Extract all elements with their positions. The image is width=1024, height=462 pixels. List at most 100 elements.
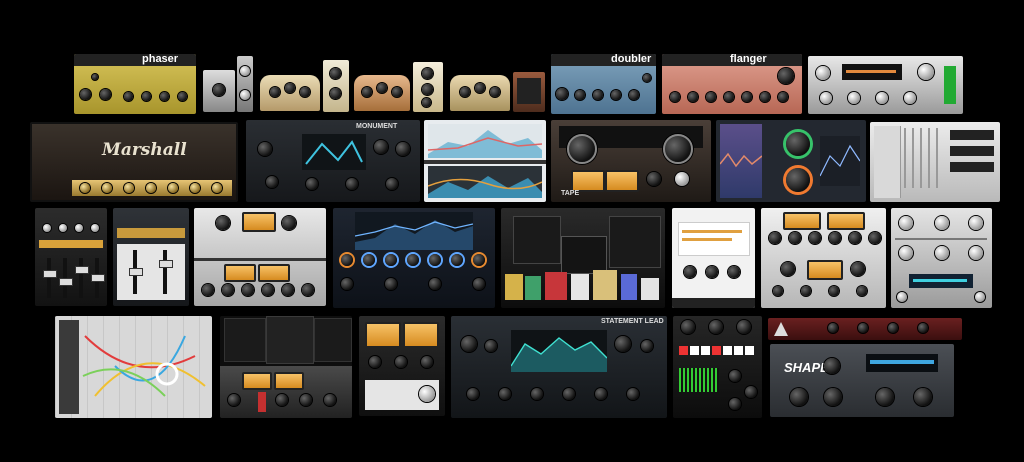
knob-icon[interactable] [627,388,639,400]
knob-icon[interactable] [828,323,838,333]
knob-icon[interactable] [80,183,90,193]
doubler-plugin[interactable]: doubler [551,54,656,114]
knob-icon[interactable] [240,90,250,100]
knob-icon[interactable] [285,83,295,93]
knob-icon[interactable] [531,388,543,400]
knob-icon[interactable] [849,232,861,244]
knob-icon[interactable] [829,232,841,244]
knob-icon[interactable] [100,89,111,100]
knob-icon[interactable] [790,388,808,406]
knob-icon[interactable] [330,88,341,99]
knob-icon[interactable] [473,278,485,290]
knob-icon[interactable] [829,286,839,296]
fader-track[interactable] [79,258,83,298]
knob-icon[interactable] [282,284,294,296]
meter-bridge-plugin[interactable] [359,316,445,416]
knob-icon[interactable] [876,388,894,406]
knob-icon[interactable] [102,183,112,193]
knob-icon[interactable] [124,92,133,101]
knob-icon[interactable] [773,286,783,296]
fader-track[interactable] [47,258,51,298]
knob-icon[interactable] [142,92,151,101]
knob-icon[interactable] [146,183,156,193]
silver-rack-plugin[interactable] [808,56,963,114]
tape-machine-plugin[interactable]: TAPE [551,120,711,202]
knob-icon[interactable] [228,394,240,406]
knob-icon[interactable] [918,64,934,80]
knob-icon[interactable] [300,394,312,406]
fader-cap[interactable] [59,278,73,286]
knob-icon[interactable] [629,90,639,100]
knob-icon[interactable] [729,370,741,382]
knob-icon[interactable] [681,320,695,334]
silver-reverb-plugin[interactable] [891,208,992,308]
knob-icon[interactable] [848,92,860,104]
silver-eq-plugin[interactable] [761,208,886,308]
knob-icon[interactable] [451,254,463,266]
knob-icon[interactable] [282,216,296,230]
knob-icon[interactable] [422,98,431,107]
knob-icon[interactable] [781,262,795,276]
knob-icon[interactable] [869,232,881,244]
phaser-plugin[interactable]: phaser [74,54,196,114]
knob-icon[interactable] [556,88,568,100]
statement-lead-plugin[interactable]: STATEMENT LEAD [451,316,667,418]
channel-strip-dark-2[interactable] [113,208,189,306]
knob-icon[interactable] [816,66,830,80]
knob-icon[interactable] [330,68,341,79]
knob-icon[interactable] [935,216,949,230]
knob-icon[interactable] [914,388,932,406]
knob-icon[interactable] [899,246,913,260]
fader-cap[interactable] [129,268,143,276]
knob-icon[interactable] [778,68,794,84]
knob-icon[interactable] [801,286,811,296]
knob-icon[interactable] [675,172,689,186]
knob-icon[interactable] [897,292,907,302]
flanger-plugin[interactable]: flanger [662,54,802,114]
knob-icon[interactable] [190,183,200,193]
synth-purple-plugin[interactable] [716,120,866,202]
knob-icon[interactable] [820,92,832,104]
mini-amp-plugin[interactable] [513,72,545,112]
knob-icon[interactable] [490,87,500,97]
knob-icon[interactable] [341,254,353,266]
knob-icon[interactable] [778,92,788,102]
knob-icon[interactable] [346,178,358,190]
knob-icon[interactable] [421,356,433,368]
knob-icon[interactable] [369,356,381,368]
modular-grey-plugin[interactable] [870,122,1000,202]
white-meter-plugin[interactable] [672,208,755,308]
knob-icon[interactable] [377,83,387,93]
knob-icon[interactable] [786,168,810,192]
knob-icon[interactable] [647,172,661,186]
knob-icon[interactable] [935,246,949,260]
knob-icon[interactable] [258,142,272,156]
knob-icon[interactable] [742,92,752,102]
silver-comp-plugin[interactable] [194,208,326,306]
knob-icon[interactable] [918,323,928,333]
knob-icon[interactable] [396,142,410,156]
knob-icon[interactable] [563,388,575,400]
channel-strip-dark-1[interactable] [35,208,107,306]
fader-track[interactable] [163,250,167,294]
knob-icon[interactable] [407,254,419,266]
knob-icon[interactable] [212,183,222,193]
knob-icon[interactable] [969,216,983,230]
knob-icon[interactable] [824,388,842,406]
silver-box-plugin[interactable] [203,70,235,112]
knob-icon[interactable] [362,87,372,97]
knob-icon[interactable] [262,284,274,296]
knob-icon[interactable] [306,178,318,190]
knob-icon[interactable] [266,176,278,188]
knob-icon[interactable] [302,284,314,296]
shaper-plugin[interactable]: SHAPER [770,344,954,417]
knob-icon[interactable] [643,74,651,82]
knob-icon[interactable] [363,254,375,266]
knob-icon[interactable] [300,87,310,97]
marshall-stack-plugin[interactable] [220,316,352,418]
knob-icon[interactable] [80,89,91,100]
knob-icon[interactable] [178,92,187,101]
knob-icon[interactable] [641,340,653,352]
knob-icon[interactable] [729,398,741,410]
monument-plugin[interactable]: MONUMENT [246,120,420,202]
